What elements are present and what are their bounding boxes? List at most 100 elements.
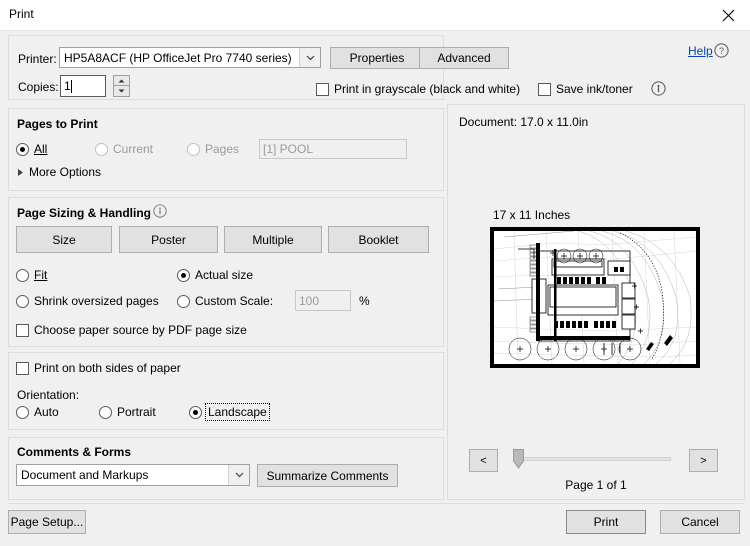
pages-range-radio-label: Pages bbox=[205, 142, 240, 156]
comments-forms-panel: Comments & Forms Document and Markups Su… bbox=[8, 437, 444, 500]
print-button[interactable]: Print bbox=[566, 510, 646, 534]
cancel-button[interactable]: Cancel bbox=[660, 510, 740, 534]
help-circle-icon[interactable]: ? bbox=[714, 43, 729, 61]
orientation-landscape-radio-indicator[interactable] bbox=[189, 405, 202, 419]
page-slider-track[interactable] bbox=[514, 457, 671, 461]
more-options-label: More Options bbox=[29, 165, 102, 179]
sizing-mode-booklet[interactable]: Booklet bbox=[328, 226, 429, 253]
sizing-shrink-radio[interactable]: Shrink oversized pages bbox=[16, 294, 159, 308]
both-sides-checkbox-label: Print on both sides of paper bbox=[34, 361, 181, 375]
help-link[interactable]: Help bbox=[688, 44, 713, 58]
pages-range-input-value: [1] POOL bbox=[263, 142, 314, 156]
sizing-custom-scale-radio-label: Custom Scale: bbox=[195, 294, 274, 308]
orientation-portrait-radio-indicator[interactable] bbox=[99, 405, 112, 419]
properties-button-label: Properties bbox=[349, 51, 405, 65]
prev-page-button[interactable]: < bbox=[469, 449, 498, 472]
print-button-label: Print bbox=[593, 515, 619, 529]
pages-range-input[interactable]: [1] POOL bbox=[259, 139, 407, 159]
pages-to-print-title: Pages to Print bbox=[17, 117, 98, 131]
copies-stepper[interactable] bbox=[113, 75, 130, 97]
orientation-auto-radio-indicator[interactable] bbox=[16, 405, 29, 419]
close-icon[interactable] bbox=[706, 0, 750, 30]
save-ink-checkbox-label: Save ink/toner bbox=[556, 82, 633, 96]
window-titlebar: Print bbox=[0, 0, 750, 31]
chevron-right-icon bbox=[17, 168, 24, 177]
chevron-down-icon bbox=[228, 465, 249, 485]
page-sizing-panel: Page Sizing & Handling Size Poster Multi… bbox=[8, 197, 444, 347]
pages-all-radio-indicator[interactable] bbox=[16, 142, 29, 156]
sizing-fit-radio-label: Fit bbox=[34, 268, 48, 282]
pages-current-radio-label: Current bbox=[113, 142, 154, 156]
advanced-button-label: Advanced bbox=[437, 51, 491, 65]
printer-label: Printer: bbox=[18, 52, 57, 66]
sizing-custom-scale-radio-indicator[interactable] bbox=[177, 294, 190, 308]
sizing-actual-radio[interactable]: Actual size bbox=[177, 268, 253, 282]
printer-select-value: HP5A8ACF (HP OfficeJet Pro 7740 series) bbox=[64, 50, 292, 65]
sizing-mode-multiple[interactable]: Multiple bbox=[224, 226, 322, 253]
pages-current-radio-indicator[interactable] bbox=[95, 142, 108, 156]
pages-to-print-panel: Pages to Print All Current Pages [1] POO… bbox=[8, 108, 444, 191]
page-sizing-title: Page Sizing & Handling bbox=[17, 206, 152, 220]
advanced-button[interactable]: Advanced bbox=[419, 47, 509, 69]
paper-source-checkbox[interactable]: Choose paper source by PDF page size bbox=[16, 323, 247, 337]
save-ink-info-icon[interactable] bbox=[651, 81, 666, 99]
comments-forms-title: Comments & Forms bbox=[17, 445, 132, 459]
copies-stepper-up[interactable] bbox=[113, 75, 130, 86]
custom-scale-input[interactable]: 100 bbox=[295, 290, 351, 311]
comments-forms-select[interactable]: Document and Markups bbox=[16, 464, 250, 486]
grayscale-checkbox[interactable]: Print in grayscale (black and white) bbox=[316, 82, 520, 96]
orientation-portrait-radio[interactable]: Portrait bbox=[99, 405, 156, 419]
page-setup-button-label: Page Setup... bbox=[10, 515, 84, 529]
next-page-button[interactable]: > bbox=[689, 449, 718, 472]
summarize-comments-button-label: Summarize Comments bbox=[266, 468, 389, 483]
sizing-mode-poster-label: Poster bbox=[151, 232, 186, 247]
sizing-fit-radio[interactable]: Fit bbox=[16, 268, 47, 282]
grayscale-checkbox-box[interactable] bbox=[316, 82, 329, 96]
save-ink-checkbox[interactable]: Save ink/toner bbox=[538, 82, 633, 96]
both-sides-checkbox[interactable]: Print on both sides of paper bbox=[16, 361, 181, 375]
footer-divider bbox=[8, 503, 744, 504]
sizing-mode-size[interactable]: Size bbox=[16, 226, 112, 253]
page-indicator: Page 1 of 1 bbox=[565, 478, 627, 492]
orientation-auto-radio[interactable]: Auto bbox=[16, 405, 59, 419]
orientation-label: Orientation: bbox=[17, 388, 80, 402]
summarize-comments-button[interactable]: Summarize Comments bbox=[257, 464, 398, 487]
pages-all-radio[interactable]: All bbox=[16, 142, 47, 156]
page-setup-button[interactable]: Page Setup... bbox=[8, 510, 86, 534]
sizing-actual-radio-label: Actual size bbox=[195, 268, 254, 282]
save-ink-checkbox-box[interactable] bbox=[538, 82, 551, 96]
pages-all-radio-label: All bbox=[34, 142, 48, 156]
page-preview-image bbox=[490, 227, 700, 368]
printer-select[interactable]: HP5A8ACF (HP OfficeJet Pro 7740 series) bbox=[59, 47, 321, 68]
sizing-custom-scale-radio[interactable]: Custom Scale: bbox=[177, 294, 273, 308]
svg-text:?: ? bbox=[719, 46, 724, 56]
page-sizing-info-icon[interactable] bbox=[153, 204, 167, 221]
more-options-toggle[interactable]: More Options bbox=[17, 165, 101, 179]
percent-label: % bbox=[359, 294, 370, 308]
grayscale-checkbox-label: Print in grayscale (black and white) bbox=[334, 82, 521, 96]
orientation-landscape-radio-label: Landscape bbox=[205, 403, 270, 421]
orientation-auto-radio-label: Auto bbox=[34, 405, 59, 419]
both-sides-checkbox-box[interactable] bbox=[16, 361, 29, 375]
document-size-label: Document: 17.0 x 11.0in bbox=[459, 115, 589, 129]
sizing-mode-poster[interactable]: Poster bbox=[119, 226, 218, 253]
chevron-down-icon bbox=[299, 48, 320, 67]
window-title: Print bbox=[9, 7, 34, 21]
properties-button[interactable]: Properties bbox=[330, 47, 424, 69]
paper-source-checkbox-box[interactable] bbox=[16, 323, 29, 337]
page-slider-thumb[interactable] bbox=[513, 449, 524, 469]
sizing-shrink-radio-indicator[interactable] bbox=[16, 294, 29, 308]
orientation-landscape-radio[interactable]: Landscape bbox=[189, 403, 270, 421]
copies-label: Copies: bbox=[18, 80, 59, 94]
sizing-mode-booklet-label: Booklet bbox=[358, 232, 399, 247]
orientation-portrait-radio-label: Portrait bbox=[117, 405, 156, 419]
copies-input[interactable]: 1 bbox=[60, 75, 106, 97]
pages-range-radio[interactable]: Pages bbox=[187, 142, 239, 156]
pages-current-radio[interactable]: Current bbox=[95, 142, 153, 156]
pages-range-radio-indicator[interactable] bbox=[187, 142, 200, 156]
copies-stepper-down[interactable] bbox=[113, 86, 130, 97]
duplex-orientation-panel: Print on both sides of paper Orientation… bbox=[8, 352, 444, 430]
sizing-fit-radio-indicator[interactable] bbox=[16, 268, 29, 282]
preview-panel: Document: 17.0 x 11.0in 17 x 11 Inches <… bbox=[447, 104, 745, 500]
sizing-actual-radio-indicator[interactable] bbox=[177, 268, 190, 282]
